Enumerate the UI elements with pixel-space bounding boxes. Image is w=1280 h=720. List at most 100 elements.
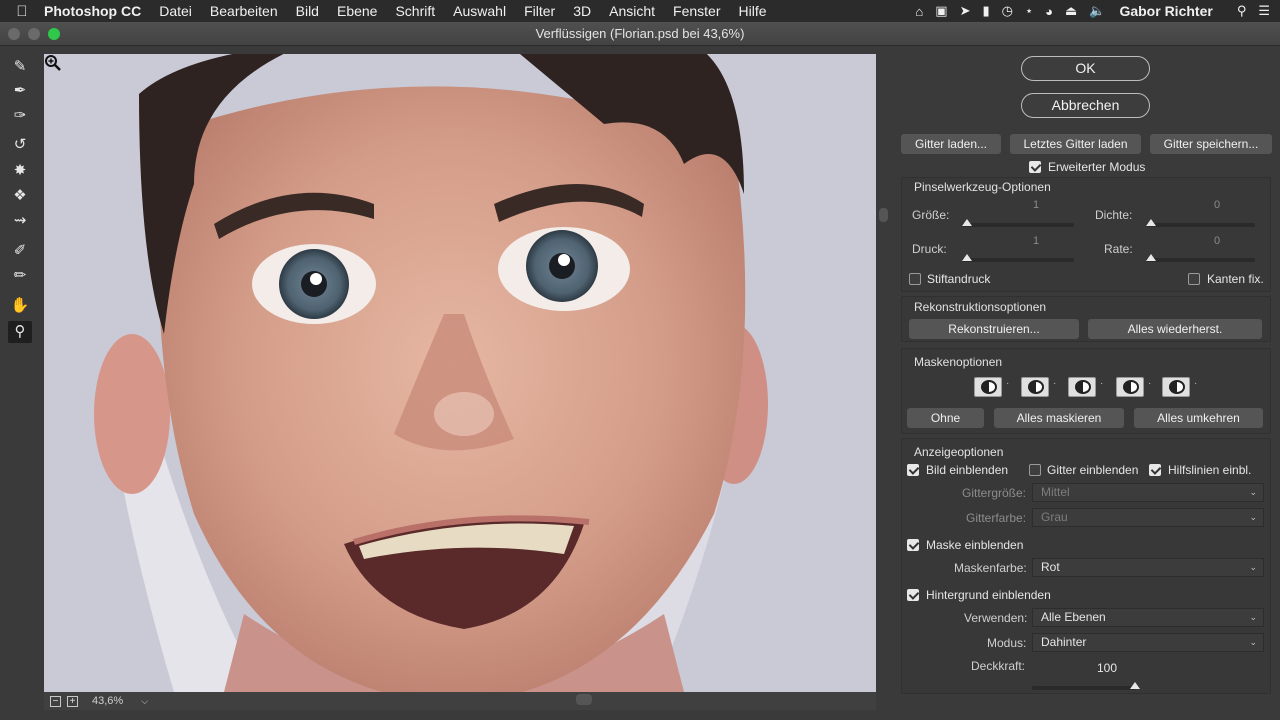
show-image-label: Bild einblenden xyxy=(926,463,1009,477)
menu-auswahl[interactable]: Auswahl xyxy=(453,3,506,19)
show-image-checkbox[interactable] xyxy=(907,464,919,476)
zoom-window-button[interactable] xyxy=(48,28,60,40)
horizontal-scroll-thumb[interactable] xyxy=(576,694,592,705)
reconstruct-icon[interactable]: ✒ xyxy=(8,80,32,102)
menu-ansicht[interactable]: Ansicht xyxy=(609,3,655,19)
liquify-options-panel: OK Abbrechen Gitter laden... Letztes Git… xyxy=(892,46,1280,720)
intersect-with-selection-mask-icon[interactable] xyxy=(1116,377,1144,397)
mask-none-button[interactable]: Ohne xyxy=(907,408,984,428)
eject-icon[interactable]: ⏏ xyxy=(1065,3,1077,19)
ok-button[interactable]: OK xyxy=(1021,56,1150,81)
pin-edges-checkbox[interactable] xyxy=(1188,273,1200,285)
freeze-mask-icon[interactable]: ✐ xyxy=(8,240,32,262)
pressure-value[interactable]: 1 xyxy=(1016,235,1056,247)
mask-all-button[interactable]: Alles maskieren xyxy=(994,408,1124,428)
push-left-icon[interactable]: ⇝ xyxy=(8,210,32,232)
menu-bild[interactable]: Bild xyxy=(296,3,319,19)
zoom-dropdown-icon[interactable]: ⌵ xyxy=(141,696,148,707)
subtract-from-selection-mask-icon[interactable] xyxy=(1068,377,1096,397)
apple-menu-icon[interactable]:  xyxy=(0,3,44,20)
show-mask-checkbox[interactable] xyxy=(907,539,919,551)
size-slider-thumb[interactable] xyxy=(962,219,972,226)
pressure-slider-thumb[interactable] xyxy=(962,254,972,261)
reconstruct-button[interactable]: Rekonstruieren... xyxy=(909,319,1079,339)
cancel-button[interactable]: Abbrechen xyxy=(1021,93,1150,118)
mesh-color-select[interactable]: Grau ⌄ xyxy=(1032,508,1264,527)
menu-schrift[interactable]: Schrift xyxy=(395,3,435,19)
load-last-mesh-button[interactable]: Letztes Gitter laden xyxy=(1010,134,1141,154)
replace-selection-mask-icon[interactable] xyxy=(974,377,1002,397)
mask-color-select[interactable]: Rot ⌄ xyxy=(1032,558,1264,577)
invert-selection-mask-icon[interactable] xyxy=(1162,377,1190,397)
invert-all-button[interactable]: Alles umkehren xyxy=(1134,408,1263,428)
time-machine-icon[interactable]: ◷ xyxy=(1002,3,1013,19)
menu-3d[interactable]: 3D xyxy=(573,3,591,19)
arrow-icon[interactable]: ➤ xyxy=(960,3,971,19)
restore-all-button[interactable]: Alles wiederherst. xyxy=(1088,319,1262,339)
show-guides-checkbox[interactable] xyxy=(1149,464,1161,476)
density-label: Dichte: xyxy=(1095,208,1133,222)
size-value[interactable]: 1 xyxy=(1016,199,1056,211)
size-label: Größe: xyxy=(912,208,950,222)
bloat-icon[interactable]: ❖ xyxy=(8,185,32,207)
rate-slider-thumb[interactable] xyxy=(1146,254,1156,261)
pucker-icon[interactable]: ✸ xyxy=(8,160,32,182)
add-to-selection-mask-icon[interactable] xyxy=(1021,377,1049,397)
show-mask-label: Maske einblenden xyxy=(926,538,1024,552)
rate-value[interactable]: 0 xyxy=(1197,235,1237,247)
menu-datei[interactable]: Datei xyxy=(159,3,192,19)
chevron-down-icon: ⌄ xyxy=(1249,562,1257,572)
mode-label: Modus: xyxy=(987,636,1027,650)
rate-label: Rate: xyxy=(1104,242,1133,256)
mesh-size-label: Gittergröße: xyxy=(962,486,1027,500)
mesh-size-select[interactable]: Mittel ⌄ xyxy=(1032,483,1264,502)
opacity-slider-thumb[interactable] xyxy=(1130,682,1140,689)
vertical-scroll-thumb[interactable] xyxy=(879,208,888,222)
mode-select[interactable]: Dahinter ⌄ xyxy=(1032,633,1264,652)
menu-ebene[interactable]: Ebene xyxy=(337,3,377,19)
opacity-value[interactable]: 100 xyxy=(1087,661,1127,675)
pressure-slider[interactable] xyxy=(962,258,1074,262)
forward-warp-icon[interactable]: ✎ xyxy=(8,56,32,78)
preview-canvas[interactable] xyxy=(44,54,876,692)
menu-fenster[interactable]: Fenster xyxy=(673,3,720,19)
opacity-slider[interactable] xyxy=(1032,686,1136,690)
user-menu[interactable]: Gabor Richter xyxy=(1119,3,1212,19)
wifi-icon[interactable]: ◕ xyxy=(1045,4,1053,19)
use-layers-select[interactable]: Alle Ebenen ⌄ xyxy=(1032,608,1264,627)
zoom-icon[interactable]: ⚲ xyxy=(8,321,32,343)
density-slider[interactable] xyxy=(1146,223,1255,227)
show-backdrop-checkbox[interactable] xyxy=(907,589,919,601)
camera-icon[interactable]: ▣ xyxy=(935,3,947,19)
hand-icon[interactable]: ✋ xyxy=(8,295,32,317)
smooth-icon[interactable]: ✑ xyxy=(8,105,32,127)
menu-hilfe[interactable]: Hilfe xyxy=(739,3,767,19)
stylus-pressure-checkbox[interactable] xyxy=(909,273,921,285)
opacity-label: Deckkraft: xyxy=(971,659,1026,673)
density-slider-thumb[interactable] xyxy=(1146,219,1156,226)
volume-icon[interactable]: 🔈 xyxy=(1089,3,1105,19)
rate-slider[interactable] xyxy=(1146,258,1255,262)
load-mesh-button[interactable]: Gitter laden... xyxy=(901,134,1001,154)
menu-filter[interactable]: Filter xyxy=(524,3,555,19)
spotlight-search-icon[interactable]: ⚲ xyxy=(1237,3,1247,19)
zoom-in-button[interactable]: + xyxy=(67,695,78,707)
advanced-mode-checkbox[interactable] xyxy=(1029,161,1041,173)
show-mesh-checkbox[interactable] xyxy=(1029,464,1041,476)
notification-center-icon[interactable]: ☰ xyxy=(1258,3,1270,19)
menu-bearbeiten[interactable]: Bearbeiten xyxy=(210,3,278,19)
density-value[interactable]: 0 xyxy=(1197,199,1237,211)
thaw-mask-icon[interactable]: ✏ xyxy=(8,265,32,287)
size-slider[interactable] xyxy=(962,223,1074,227)
twirl-icon[interactable]: ↺ xyxy=(8,134,32,156)
status-bar: − + 43,6% ⌵ xyxy=(44,692,876,710)
app-menu[interactable]: Photoshop CC xyxy=(44,3,141,19)
close-window-button[interactable] xyxy=(8,28,20,40)
minimize-window-button[interactable] xyxy=(28,28,40,40)
battery-icon[interactable]: ▮ xyxy=(982,3,989,19)
bluetooth-icon[interactable]: ⋆ xyxy=(1025,3,1033,19)
home-icon[interactable]: ⌂ xyxy=(915,4,923,19)
zoom-out-button[interactable]: − xyxy=(50,695,61,707)
chevron-down-icon: ⌄ xyxy=(1249,637,1257,647)
save-mesh-button[interactable]: Gitter speichern... xyxy=(1150,134,1272,154)
